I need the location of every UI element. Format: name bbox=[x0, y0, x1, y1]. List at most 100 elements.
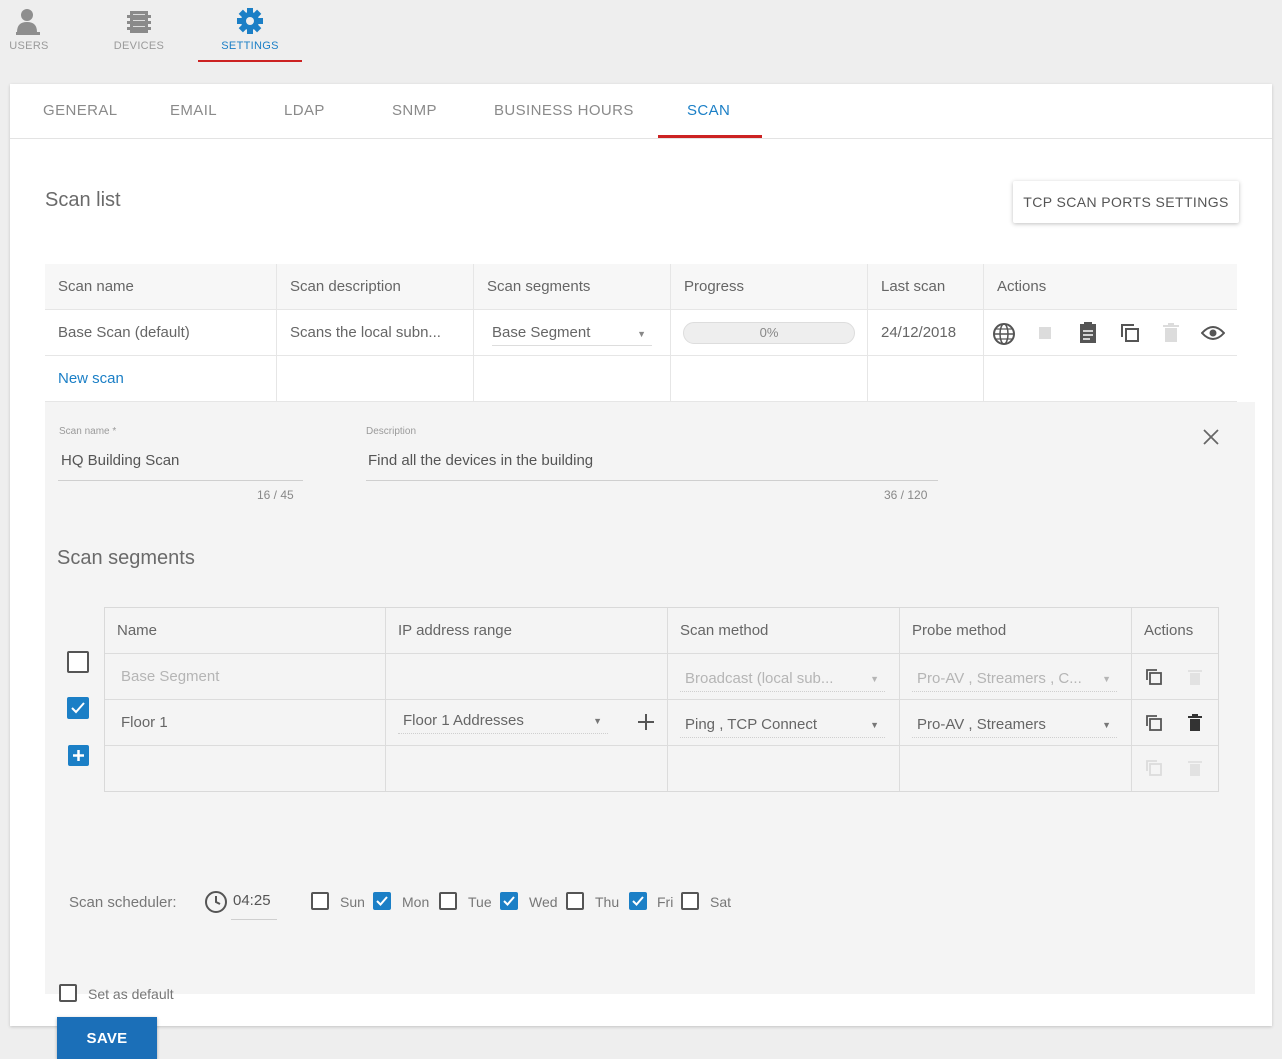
ip-range-cell bbox=[386, 654, 668, 699]
report-icon[interactable] bbox=[1078, 322, 1098, 344]
day-checkbox-sun[interactable] bbox=[311, 892, 329, 910]
copy-icon[interactable] bbox=[1120, 323, 1140, 343]
actions-cell bbox=[984, 310, 1237, 356]
day-label-wed: Wed bbox=[529, 894, 558, 910]
chevron-down-icon: ▼ bbox=[870, 674, 879, 684]
segment-checkbox-floor1[interactable] bbox=[67, 697, 89, 719]
scan-method-value: Broadcast (local sub... bbox=[685, 670, 834, 687]
col-scan-description: Scan description bbox=[277, 264, 474, 310]
delete-icon[interactable] bbox=[1188, 714, 1202, 732]
day-checkbox-sat[interactable] bbox=[681, 892, 699, 910]
day-label-sat: Sat bbox=[710, 894, 732, 910]
day-checkbox-wed[interactable] bbox=[500, 892, 518, 910]
view-icon[interactable] bbox=[1201, 325, 1225, 341]
day-checkbox-fri[interactable] bbox=[629, 892, 647, 910]
segments-header: Name IP address range Scan method Probe … bbox=[105, 608, 1218, 654]
nav-settings-label: SETTINGS bbox=[221, 40, 279, 52]
description-counter: 36 / 120 bbox=[884, 488, 928, 502]
checkmark-icon bbox=[71, 702, 85, 714]
segment-actions-cell bbox=[1132, 700, 1218, 745]
delete-icon bbox=[1188, 670, 1202, 685]
nav-devices[interactable]: DEVICES bbox=[112, 6, 166, 52]
empty-cell bbox=[386, 746, 668, 791]
set-default-label: Set as default bbox=[88, 986, 174, 1002]
description-underline bbox=[366, 480, 938, 481]
scan-segment-select[interactable]: Base Segment ▼ bbox=[492, 322, 652, 346]
scan-method-select[interactable]: Ping , TCP Connect ▼ bbox=[680, 712, 885, 738]
ip-range-select[interactable]: Floor 1 Addresses ▼ bbox=[398, 708, 608, 734]
day-label-mon: Mon bbox=[402, 894, 430, 910]
col-probe-method: Probe method bbox=[900, 608, 1132, 653]
scan-segment-value: Base Segment bbox=[492, 324, 591, 341]
add-segment-button[interactable] bbox=[68, 745, 89, 766]
set-default-checkbox[interactable] bbox=[59, 984, 77, 1002]
empty-cell bbox=[671, 356, 868, 402]
probe-method-cell: Pro-AV , Streamers ▼ bbox=[900, 700, 1132, 745]
segment-actions-cell bbox=[1132, 746, 1218, 791]
close-icon[interactable] bbox=[1202, 428, 1220, 446]
segment-name-value: Base Segment bbox=[121, 668, 220, 685]
tab-scan[interactable]: SCAN bbox=[687, 102, 730, 119]
day-label-sun: Sun bbox=[340, 894, 365, 910]
col-actions: Actions bbox=[997, 278, 1047, 295]
tab-snmp[interactable]: SNMP bbox=[392, 102, 437, 119]
day-checkbox-tue[interactable] bbox=[439, 892, 457, 910]
chevron-down-icon: ▼ bbox=[637, 329, 646, 339]
segment-name-value[interactable]: Floor 1 bbox=[117, 714, 168, 731]
scan-name-cell: Base Scan (default) bbox=[45, 310, 277, 356]
col-last-scan: Last scan bbox=[868, 264, 984, 310]
day-checkbox-mon[interactable] bbox=[373, 892, 391, 910]
settings-card: GENERAL EMAIL LDAP SNMP BUSINESS HOURS S… bbox=[10, 84, 1272, 1059]
globe-scan-icon[interactable] bbox=[992, 322, 1016, 346]
nav-settings[interactable]: SETTINGS bbox=[198, 6, 302, 52]
last-scan-cell: 24/12/2018 bbox=[868, 310, 984, 356]
tab-business-hours[interactable]: BUSINESS HOURS bbox=[494, 102, 634, 119]
chevron-down-icon: ▼ bbox=[593, 716, 602, 726]
empty-cell bbox=[984, 356, 1237, 402]
checkmark-icon bbox=[376, 896, 388, 906]
scan-list-title: Scan list bbox=[45, 189, 121, 211]
scan-name-counter: 16 / 45 bbox=[257, 488, 294, 502]
description-input[interactable]: Find all the devices in the building bbox=[368, 452, 593, 469]
stop-icon[interactable] bbox=[1038, 326, 1052, 340]
save-button[interactable]: SAVE bbox=[57, 1017, 157, 1059]
scan-edit-panel: Scan name * HQ Building Scan 16 / 45 Des… bbox=[45, 402, 1255, 1059]
scan-name-input[interactable]: HQ Building Scan bbox=[61, 452, 179, 469]
segment-actions-cell bbox=[1132, 654, 1218, 699]
segment-name-cell: Base Segment bbox=[105, 654, 386, 699]
day-label-thu: Thu bbox=[595, 894, 620, 910]
delete-icon bbox=[1188, 761, 1202, 776]
tab-general[interactable]: GENERAL bbox=[43, 102, 118, 119]
table-row[interactable]: Floor 1 Floor 1 Addresses ▼ Ping , TCP C… bbox=[105, 700, 1218, 746]
add-ip-range-icon[interactable] bbox=[636, 712, 656, 732]
scan-progress-bar: 0% bbox=[683, 322, 855, 344]
scheduler-time-input[interactable]: 04:25 bbox=[233, 892, 271, 909]
tcp-scan-ports-settings-button[interactable]: TCP SCAN PORTS SETTINGS bbox=[1013, 181, 1239, 223]
probe-method-value: Pro-AV , Streamers , C... bbox=[917, 670, 1082, 687]
tab-ldap[interactable]: LDAP bbox=[284, 102, 325, 119]
progress-text: 0% bbox=[759, 325, 779, 340]
nav-users-label: USERS bbox=[9, 40, 49, 52]
probe-method-cell: Pro-AV , Streamers , C... ▼ bbox=[900, 654, 1132, 699]
clock-icon[interactable] bbox=[204, 890, 228, 914]
settings-tabs: GENERAL EMAIL LDAP SNMP BUSINESS HOURS S… bbox=[10, 84, 1272, 139]
col-scan-name: Scan name bbox=[45, 264, 277, 310]
new-scan-link[interactable]: New scan bbox=[45, 356, 277, 402]
tab-active-indicator bbox=[658, 135, 762, 138]
empty-cell bbox=[868, 356, 984, 402]
users-icon bbox=[16, 9, 40, 35]
delete-icon[interactable] bbox=[1163, 323, 1179, 343]
probe-method-select[interactable]: Pro-AV , Streamers ▼ bbox=[912, 712, 1117, 738]
copy-icon[interactable] bbox=[1145, 714, 1163, 732]
copy-icon[interactable] bbox=[1145, 668, 1163, 686]
segment-checkbox-base[interactable] bbox=[67, 651, 89, 673]
scan-name-label: Scan name * bbox=[59, 426, 117, 437]
checkmark-icon bbox=[503, 896, 515, 906]
day-checkbox-thu[interactable] bbox=[566, 892, 584, 910]
table-row[interactable]: Base Scan (default) Scans the local subn… bbox=[45, 310, 1237, 356]
nav-users[interactable]: USERS bbox=[8, 6, 50, 52]
nav-devices-label: DEVICES bbox=[113, 40, 165, 52]
tab-email[interactable]: EMAIL bbox=[170, 102, 217, 119]
scan-list-header: Scan name Scan description Scan segments… bbox=[45, 264, 1237, 310]
col-scan-segments: Scan segments bbox=[474, 264, 671, 310]
